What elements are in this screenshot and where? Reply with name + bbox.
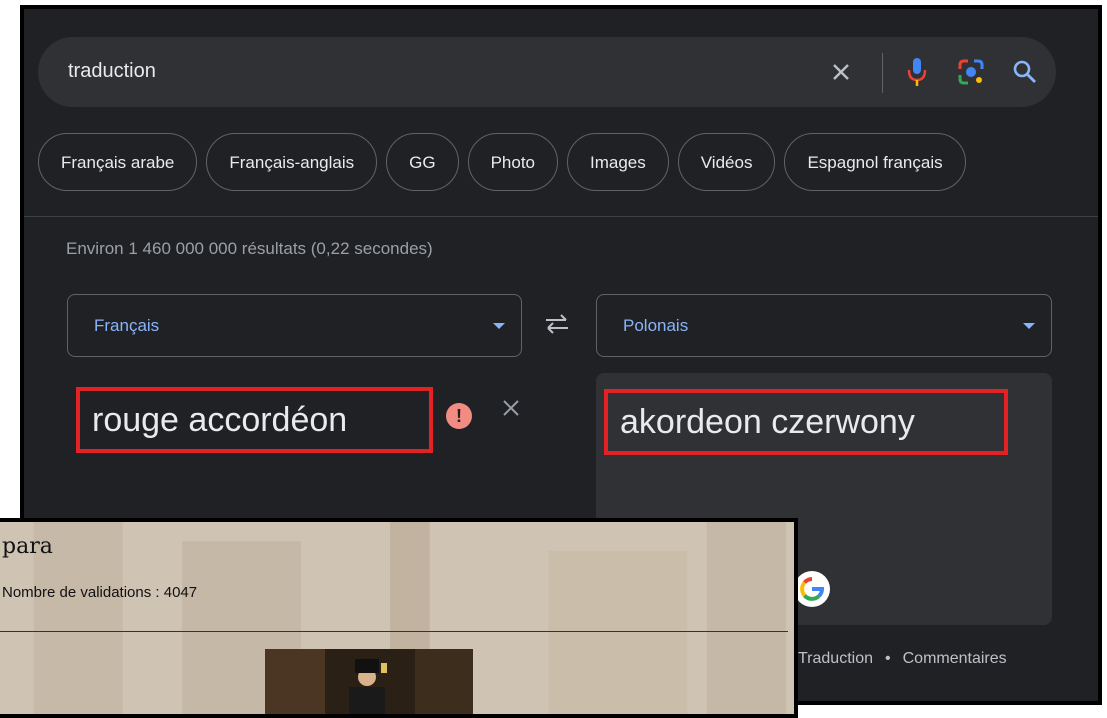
post-photo: [265, 649, 473, 714]
translate-footer: Traduction • Commentaires: [798, 650, 1007, 668]
error-icon[interactable]: !: [446, 403, 472, 429]
source-text-input[interactable]: rouge accordéon: [76, 387, 433, 453]
forum-post-overlay: para Nombre de validations : 4047: [0, 518, 798, 718]
chip-videos[interactable]: Vidéos: [677, 133, 776, 191]
translation-output-text: akordeon czerwony: [604, 389, 1008, 455]
search-bar[interactable]: traduction: [38, 37, 1056, 107]
chip-gg[interactable]: GG: [386, 133, 459, 191]
mic-icon[interactable]: [902, 55, 932, 89]
search-divider: [882, 53, 883, 93]
filter-chips: Français arabe Français-anglais GG Photo Ima…: [38, 133, 975, 193]
chevron-down-icon: [493, 323, 505, 329]
google-logo-icon: [794, 571, 830, 607]
search-icon[interactable]: [1008, 55, 1042, 89]
chevron-down-icon: [1023, 323, 1035, 329]
source-language-label: Français: [94, 316, 160, 335]
chip-francais-anglais[interactable]: Français-anglais: [206, 133, 378, 191]
translation-link[interactable]: Traduction: [798, 650, 873, 667]
lens-icon[interactable]: [954, 55, 988, 89]
result-count: Environ 1 460 000 000 résultats (0,22 se…: [66, 239, 433, 258]
chip-images[interactable]: Images: [567, 133, 669, 191]
chip-photo[interactable]: Photo: [467, 133, 559, 191]
validation-count: Nombre de validations : 4047: [2, 584, 198, 601]
clear-source-icon[interactable]: [498, 395, 524, 421]
clear-icon[interactable]: [826, 55, 856, 89]
source-language-select[interactable]: Français: [67, 294, 522, 357]
search-input[interactable]: traduction: [68, 60, 156, 83]
post-divider: [0, 631, 788, 632]
swap-languages-icon[interactable]: [540, 309, 574, 339]
target-language-select[interactable]: Polonais: [596, 294, 1052, 357]
target-language-label: Polonais: [623, 316, 689, 335]
chip-francais-arabe[interactable]: Français arabe: [38, 133, 198, 191]
feedback-link[interactable]: Commentaires: [903, 650, 1007, 667]
chip-espagnol-francais[interactable]: Espagnol français: [784, 133, 966, 191]
post-author-name: para: [2, 534, 53, 559]
footer-separator: •: [885, 650, 891, 667]
header-divider: [24, 216, 1098, 217]
